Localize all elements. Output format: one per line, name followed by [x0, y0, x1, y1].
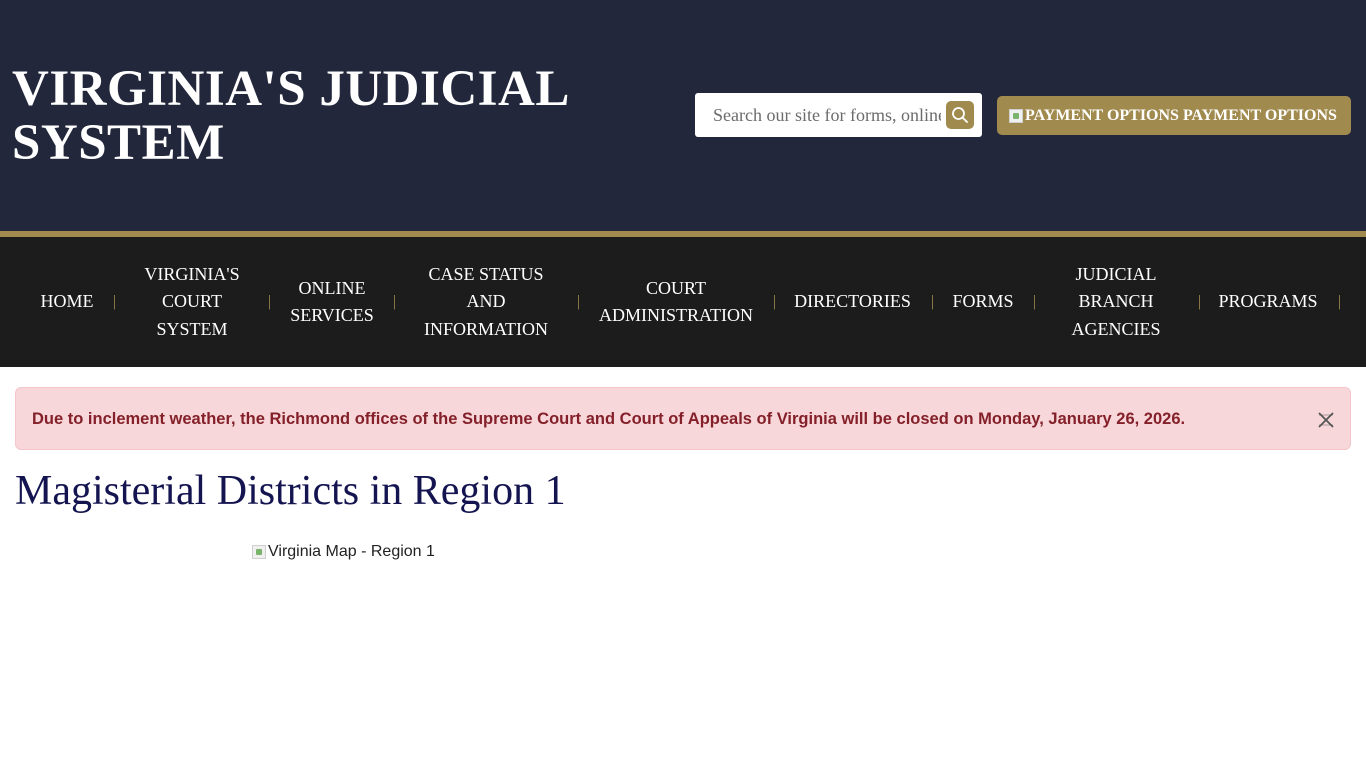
nav-court-administration[interactable]: COURT ADMINISTRATION [596, 237, 756, 367]
payment-options-label: PAYMENT OPTIONS [1182, 106, 1337, 124]
nav-separator: | [931, 293, 935, 310]
nav-judicial-branch-agencies[interactable]: JUDICIAL BRANCH AGENCIES [1056, 237, 1176, 367]
nav-separator: | [268, 293, 272, 310]
payment-options-image: PAYMENT OPTIONS [1009, 107, 1179, 125]
site-header: VIRGINIA'S JUDICIAL SYSTEM PAYMENT OPTIO… [0, 0, 1366, 231]
site-title[interactable]: VIRGINIA'S JUDICIAL SYSTEM [12, 62, 652, 170]
nav-separator: | [1338, 293, 1342, 310]
nav-separator: | [113, 293, 117, 310]
broken-image-icon [252, 545, 266, 559]
page-title: Magisterial Districts in Region 1 [15, 468, 566, 514]
nav-programs[interactable]: PROGRAMS [1214, 237, 1322, 367]
nav-online-services[interactable]: ONLINE SERVICES [284, 237, 380, 367]
nav-separator: | [1033, 293, 1037, 310]
region-map-image: Virginia Map - Region 1 [252, 541, 435, 563]
search-button[interactable] [946, 101, 974, 129]
main-nav: HOME | VIRGINIA'S COURT SYSTEM | ONLINE … [0, 237, 1366, 367]
weather-alert: Due to inclement weather, the Richmond o… [15, 387, 1351, 450]
nav-separator: | [577, 293, 581, 310]
close-icon [1318, 412, 1334, 428]
nav-separator: | [393, 293, 397, 310]
alert-message: Due to inclement weather, the Richmond o… [32, 410, 1186, 428]
payment-options-button[interactable]: PAYMENT OPTIONS PAYMENT OPTIONS [997, 96, 1351, 135]
nav-home[interactable]: HOME [38, 237, 96, 367]
payment-image-alt: PAYMENT OPTIONS [1025, 106, 1179, 124]
nav-virginias-court-system[interactable]: VIRGINIA'S COURT SYSTEM [132, 237, 252, 367]
search-input[interactable] [695, 93, 941, 137]
nav-case-status[interactable]: CASE STATUS AND INFORMATION [417, 237, 555, 367]
nav-directories[interactable]: DIRECTORIES [790, 237, 915, 367]
nav-forms[interactable]: FORMS [948, 237, 1018, 367]
nav-separator: | [1198, 293, 1202, 310]
search-box [695, 93, 982, 137]
map-image-alt: Virginia Map - Region 1 [268, 543, 435, 560]
alert-close-button[interactable] [1316, 410, 1336, 430]
broken-image-icon [1009, 108, 1023, 123]
nav-separator: | [773, 293, 777, 310]
search-icon [952, 107, 968, 123]
